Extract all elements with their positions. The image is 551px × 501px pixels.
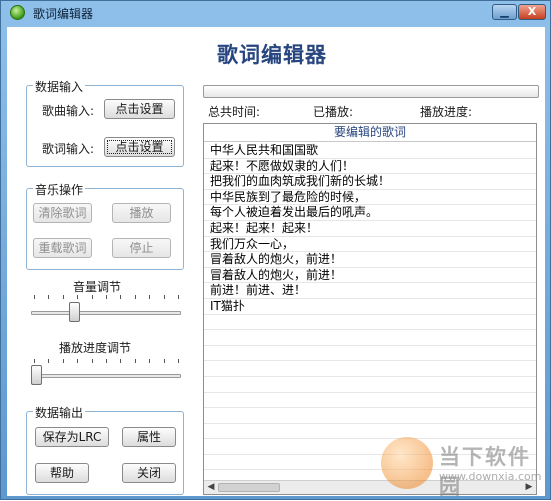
seek-slider-track	[31, 374, 181, 378]
lyric-set-button[interactable]: 点击设置	[104, 137, 175, 157]
slider-tick	[163, 295, 165, 299]
data-input-group: 数据输入 歌曲输入: 点击设置 歌词输入: 点击设置	[26, 78, 184, 167]
slider-tick	[48, 359, 50, 363]
lyric-line[interactable]: 中华民族到了最危险的时候，	[204, 190, 536, 206]
slider-tick	[178, 359, 179, 363]
data-input-legend: 数据输入	[33, 78, 86, 95]
lyric-line[interactable]: 起来！不愿做奴隶的人们！	[204, 159, 536, 175]
slider-tick	[163, 359, 165, 363]
seek-label: 播放进度调节	[59, 341, 132, 355]
minimize-button[interactable]: ▁	[492, 4, 517, 20]
data-output-group: 数据输出 保存为LRC 属性 帮助 关闭	[26, 404, 184, 495]
slider-tick	[120, 295, 122, 299]
app-icon	[10, 5, 25, 20]
volume-slider-thumb[interactable]	[68, 302, 80, 322]
slider-tick	[91, 359, 93, 363]
lyric-line[interactable]	[204, 330, 536, 346]
lyric-line[interactable]	[204, 361, 536, 377]
lyric-line[interactable]	[204, 393, 536, 409]
data-output-legend: 数据输出	[33, 404, 86, 421]
lyric-line[interactable]: 冒着敌人的炮火，前进！	[204, 252, 536, 268]
lyric-line[interactable]	[204, 346, 536, 362]
lyric-line[interactable]	[204, 315, 536, 331]
reload-lyrics-button[interactable]: 重载歌词	[33, 238, 92, 258]
slider-tick	[62, 359, 64, 363]
seek-slider-thumb[interactable]	[31, 365, 42, 385]
watermark-logo-icon	[381, 437, 433, 489]
played-label: 已播放:	[313, 105, 354, 119]
client-area: 歌词编辑器 数据输入 歌曲输入: 点击设置 歌词输入: 点击设置 音乐操作 清除…	[7, 27, 545, 499]
lyric-line[interactable]: 前进！前进、进！	[204, 283, 536, 299]
slider-tick	[120, 359, 122, 363]
slider-tick	[77, 359, 79, 363]
playback-progress-bar	[203, 85, 539, 98]
lyric-line[interactable]	[204, 408, 536, 424]
lyric-line[interactable]: 中华人民共和国国歌	[204, 143, 536, 159]
window-title: 歌词编辑器	[33, 7, 94, 21]
app-heading: 歌词编辑器	[217, 42, 327, 67]
slider-tick	[149, 295, 151, 299]
lyric-line[interactable]: 冒着敌人的炮火，前进！	[204, 268, 536, 284]
lyric-line[interactable]: 我们万众一心，	[204, 237, 536, 253]
slider-tick	[178, 295, 179, 299]
slider-tick	[106, 295, 107, 299]
progress-label: 播放进度:	[420, 105, 473, 119]
volume-slider[interactable]	[27, 293, 185, 329]
slider-tick	[77, 295, 79, 299]
slider-tick	[134, 359, 136, 363]
help-button[interactable]: 帮助	[35, 463, 89, 483]
slider-tick	[34, 295, 35, 299]
close-window-button[interactable]: X	[518, 4, 546, 20]
play-button[interactable]: 播放	[112, 203, 171, 223]
lyric-line[interactable]: 把我们的血肉筑成我们新的长城！	[204, 174, 536, 190]
watermark-url: www.downxia.com	[439, 470, 542, 483]
volume-slider-track	[31, 311, 181, 315]
slider-tick	[106, 359, 107, 363]
save-lrc-button[interactable]: 保存为LRC	[35, 427, 109, 447]
watermark: 当下软件园 www.downxia.com	[381, 437, 542, 499]
slider-tick	[48, 295, 50, 299]
lyrics-list[interactable]: 中华人民共和国国歌 起来！不愿做奴隶的人们！ 把我们的血肉筑成我们新的长城！ 中华民族…	[204, 143, 536, 471]
close-button[interactable]: 关闭	[122, 463, 176, 483]
total-time-label: 总共时间:	[208, 105, 261, 119]
lyrics-header: 要编辑的歌词	[204, 124, 536, 142]
slider-tick	[134, 295, 136, 299]
lyric-line[interactable]	[204, 377, 536, 393]
scrollbar-thumb[interactable]	[218, 483, 280, 492]
lyric-line[interactable]: 每个人被迫着发出最后的吼声。	[204, 205, 536, 221]
seek-slider[interactable]	[27, 359, 185, 395]
music-ops-group: 音乐操作 清除歌词 播放 重载歌词 停止	[26, 181, 184, 270]
properties-button[interactable]: 属性	[122, 427, 176, 447]
slider-tick	[34, 359, 35, 363]
scroll-left-icon[interactable]: ◀	[205, 482, 217, 493]
lyric-line[interactable]: IT猫扑	[204, 299, 536, 315]
app-window: 歌词编辑器 ▁ X 歌词编辑器 数据输入 歌曲输入: 点击设置 歌词输入: 点击…	[0, 0, 551, 500]
slider-tick	[91, 295, 93, 299]
slider-tick	[62, 295, 64, 299]
stop-button[interactable]: 停止	[112, 238, 171, 258]
title-bar[interactable]: 歌词编辑器 ▁ X	[1, 1, 550, 25]
clear-lyrics-button[interactable]: 清除歌词	[33, 203, 92, 223]
slider-tick	[149, 359, 151, 363]
lyric-input-label: 歌词输入:	[42, 142, 95, 156]
song-set-button[interactable]: 点击设置	[104, 99, 175, 119]
lyric-line[interactable]: 起来！起来！起来！	[204, 221, 536, 237]
music-ops-legend: 音乐操作	[33, 181, 86, 198]
song-input-label: 歌曲输入:	[42, 104, 95, 118]
